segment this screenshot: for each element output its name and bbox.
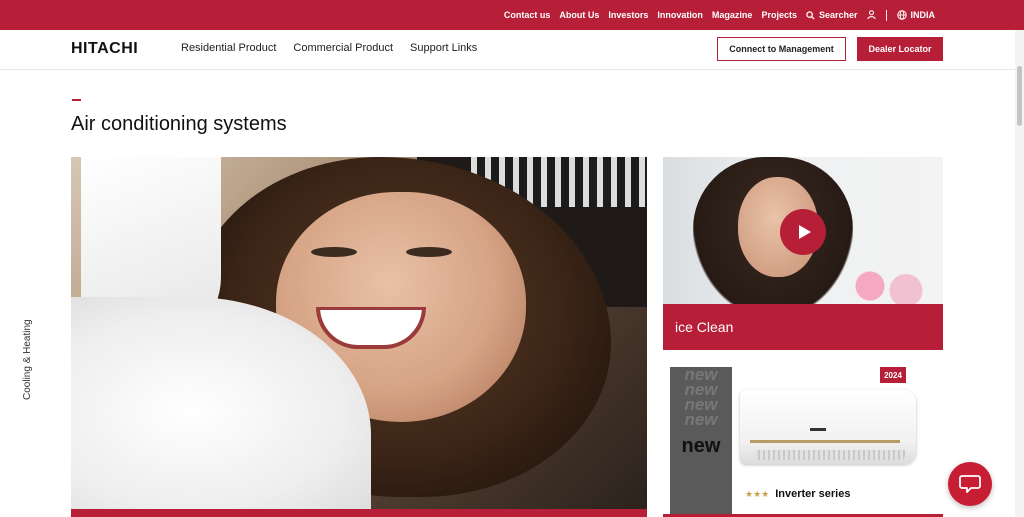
investors-link[interactable]: Investors (608, 10, 648, 20)
series-label-row: ★★★ Inverter series (745, 488, 850, 500)
top-utility-bar: Contact us About Us Investors Innovation… (0, 0, 1024, 30)
search-label: Searcher (818, 10, 858, 20)
ac-gold-stripe (750, 440, 900, 443)
contact-us-link[interactable]: Contact us (504, 10, 551, 20)
innovation-link[interactable]: Innovation (657, 10, 703, 20)
menu-commercial-product[interactable]: Commercial Product (293, 42, 393, 54)
video-card-title: ice Clean (675, 319, 734, 335)
new-main-text: new (681, 435, 721, 457)
video-card-label-bar: ice Clean (663, 304, 943, 350)
chat-button[interactable] (948, 462, 992, 506)
ac-brand-mark (810, 428, 826, 431)
title-accent (72, 99, 81, 101)
region-selector[interactable]: INDIA (896, 10, 936, 20)
series-title: Inverter series (775, 488, 851, 500)
hero-image (71, 157, 647, 517)
play-button[interactable] (780, 209, 826, 255)
inverter-series-card[interactable]: new new new new new 2024 ★★★ Inverter se… (663, 360, 943, 517)
side-category-label: Cooling & Heating (22, 319, 33, 400)
hero-bottom-bar (71, 509, 647, 517)
new-graphic: new new new new new (670, 367, 732, 517)
chat-icon (959, 475, 981, 493)
main-navigation: HITACHI Residential Product Commercial P… (0, 30, 1024, 70)
ac-vent (755, 450, 905, 460)
globe-icon (896, 10, 907, 20)
divider (885, 9, 887, 21)
year-badge: 2024 (880, 367, 906, 383)
user-icon[interactable] (866, 10, 876, 20)
play-icon (798, 225, 811, 239)
hero-eye-left (311, 247, 357, 257)
hero-eye-right (406, 247, 452, 257)
ice-clean-video-card[interactable]: ice Clean (663, 157, 943, 350)
main-menu: Residential Product Commercial Product S… (181, 42, 477, 54)
new-ghost-text: new (684, 410, 718, 429)
about-us-link[interactable]: About Us (559, 10, 599, 20)
rating-stars-icon: ★★★ (745, 488, 770, 499)
connect-to-management-button[interactable]: Connect to Management (717, 37, 846, 61)
search-link[interactable]: Searcher (806, 10, 858, 20)
projects-link[interactable]: Projects (761, 10, 797, 20)
magazine-link[interactable]: Magazine (712, 10, 753, 20)
page-title: Air conditioning systems (71, 113, 287, 135)
search-icon (806, 10, 815, 20)
air-conditioner-image (740, 390, 916, 464)
hitachi-logo[interactable]: HITACHI (71, 40, 138, 58)
scrollbar-thumb[interactable] (1017, 66, 1022, 126)
utility-links: Contact us About Us Investors Innovation… (504, 0, 935, 30)
menu-support-links[interactable]: Support Links (410, 42, 477, 54)
region-label: INDIA (910, 10, 936, 20)
thumbnail-flowers (843, 259, 933, 304)
scrollbar[interactable] (1015, 30, 1024, 517)
menu-residential-product[interactable]: Residential Product (181, 42, 276, 54)
dealer-locator-button[interactable]: Dealer Locator (857, 37, 943, 61)
